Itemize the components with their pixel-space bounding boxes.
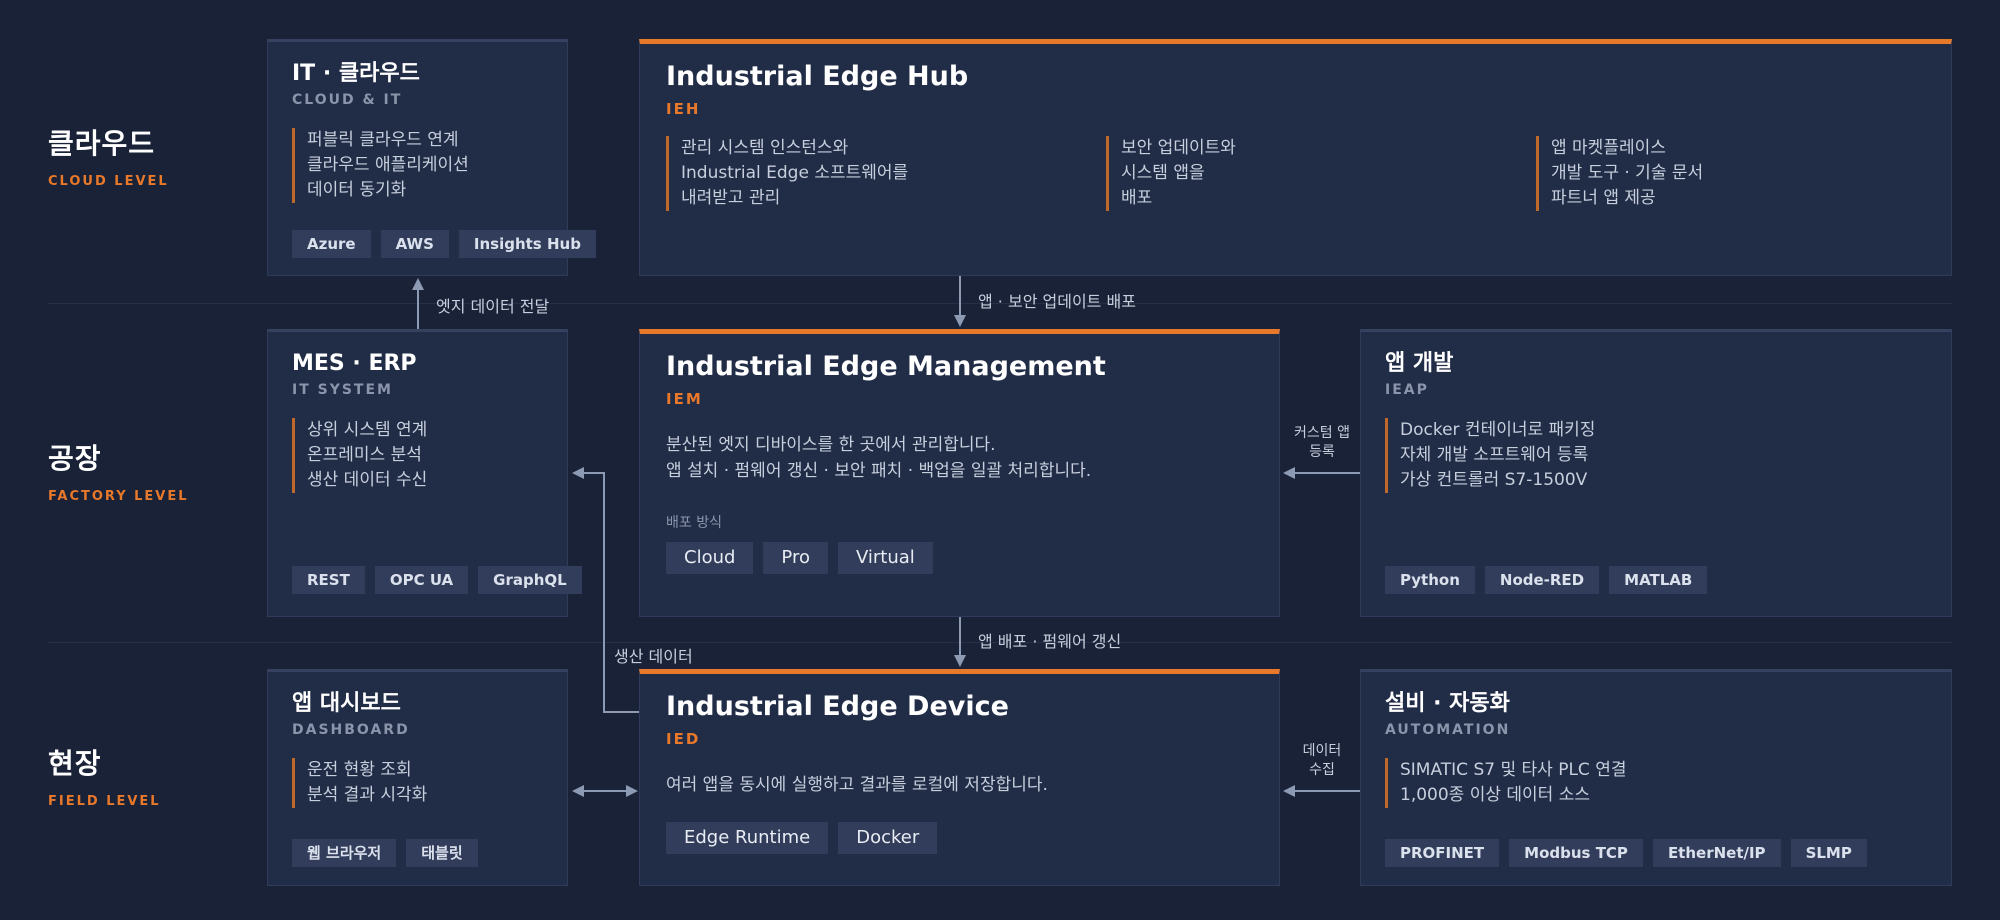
- tag-tablet: 태블릿: [406, 839, 478, 867]
- arrow-label-edge-to-cloud: 엣지 데이터 전달: [436, 297, 550, 316]
- tag-list: 웹 브라우저 태블릿: [292, 839, 478, 867]
- card-title: 앱 대시보드: [292, 691, 401, 716]
- card-subtitle: AUTOMATION: [1385, 722, 1511, 738]
- tag-list: Edge Runtime Docker: [666, 822, 938, 854]
- arrow-label-data-collect-line2: 수집: [1309, 762, 1335, 778]
- description-line: 분산된 엣지 디바이스를 한 곳에서 관리합니다.: [666, 435, 996, 455]
- tag-virtual: Virtual: [837, 542, 933, 574]
- card-description: 분산된 엣지 디바이스를 한 곳에서 관리합니다. 앱 설치 · 펌웨어 갱신 …: [666, 432, 1253, 484]
- bullet-item: Industrial Edge 소프트웨어를: [681, 163, 909, 183]
- tag-opc-ua: OPC UA: [374, 566, 469, 594]
- app-development-card: 앱 개발 IEAP Docker 컨테이너로 패키징 자체 개발 소프트웨어 등…: [1360, 329, 1952, 617]
- tag-ethernet-ip: EtherNet/IP: [1652, 839, 1781, 867]
- bullet-item: 배포: [1121, 188, 1153, 208]
- arrow-label-iem-to-ied: 앱 배포 · 펌웨어 갱신: [978, 632, 1122, 651]
- tag-edge-runtime: Edge Runtime: [666, 822, 829, 854]
- arrow-label-hub-to-iem: 앱 · 보안 업데이트 배포: [978, 292, 1136, 311]
- bullet-list: 퍼블릭 클라우드 연계 클라우드 애플리케이션 데이터 동기화: [292, 128, 543, 203]
- bullet-item: 자체 개발 소프트웨어 등록: [1400, 445, 1589, 465]
- mes-erp-card: MES · ERP IT SYSTEM 상위 시스템 연계 온프레미스 분석 생…: [267, 329, 582, 617]
- deploy-method-label: 배포 방식: [666, 515, 722, 531]
- card-title: MES · ERP: [292, 351, 417, 376]
- tag-pro: Pro: [763, 542, 828, 574]
- hub-column-management: 관리 시스템 인스턴스와 Industrial Edge 소프트웨어를 내려받고…: [666, 136, 908, 211]
- description-line: 여러 앱을 동시에 실행하고 결과를 로컬에 저장합니다.: [666, 775, 1048, 795]
- bullet-list: 운전 현황 조회 분석 결과 시각화: [292, 758, 543, 808]
- card-title: Industrial Edge Management: [666, 351, 1106, 382]
- bullet-item: 보안 업데이트와: [1121, 138, 1236, 158]
- bullet-list: 상위 시스템 연계 온프레미스 분석 생산 데이터 수신: [292, 418, 543, 493]
- tag-list: REST OPC UA GraphQL: [292, 566, 582, 594]
- bullet-item: Docker 컨테이너로 패키징: [1400, 420, 1596, 440]
- tag-modbus-tcp: Modbus TCP: [1509, 839, 1643, 867]
- equipment-automation-card: 설비 · 자동화 AUTOMATION SIMATIC S7 및 타사 PLC …: [1360, 669, 1952, 886]
- bullet-item: 관리 시스템 인스턴스와: [681, 138, 849, 158]
- tag-graphql: GraphQL: [478, 566, 582, 594]
- tag-azure: Azure: [292, 230, 371, 258]
- industrial-edge-management-card: Industrial Edge Management IEM 분산된 엣지 디바…: [639, 329, 1280, 617]
- card-title: 설비 · 자동화: [1385, 691, 1510, 716]
- tag-insights-hub: Insights Hub: [458, 230, 596, 258]
- card-subtitle: DASHBOARD: [292, 722, 410, 738]
- card-description: 여러 앱을 동시에 실행하고 결과를 로컬에 저장합니다.: [666, 772, 1253, 798]
- card-title: IT · 클라우드: [292, 61, 420, 86]
- card-subtitle: CLOUD & IT: [292, 92, 403, 108]
- tag-profinet: PROFINET: [1385, 839, 1500, 867]
- tag-list: PROFINET Modbus TCP EtherNet/IP SLMP: [1385, 839, 1867, 867]
- it-cloud-card: IT · 클라우드 CLOUD & IT 퍼블릭 클라우드 연계 클라우드 애플…: [267, 39, 596, 276]
- bullet-item: 앱 마켓플레이스: [1551, 138, 1666, 158]
- tag-aws: AWS: [380, 230, 449, 258]
- bullet-item: 내려받고 관리: [681, 188, 781, 208]
- bullet-item: 퍼블릭 클라우드 연계: [307, 130, 459, 150]
- card-title: Industrial Edge Device: [666, 691, 1009, 722]
- bullet-list: SIMATIC S7 및 타사 PLC 연결 1,000종 이상 데이터 소스: [1385, 758, 1927, 808]
- tag-docker: Docker: [838, 822, 938, 854]
- bullet-list: Docker 컨테이너로 패키징 자체 개발 소프트웨어 등록 가상 컨트롤러 …: [1385, 418, 1927, 493]
- arrow-label-data-collect-line1: 데이터: [1302, 743, 1342, 759]
- bullet-item: 상위 시스템 연계: [307, 420, 428, 440]
- card-title: Industrial Edge Hub: [666, 61, 969, 92]
- card-subtitle: IT SYSTEM: [292, 382, 393, 398]
- arrow-label-production-data: 생산 데이터: [614, 647, 693, 666]
- hub-column-security: 보안 업데이트와 시스템 앱을 배포: [1106, 136, 1236, 211]
- tag-python: Python: [1385, 566, 1475, 594]
- bullet-item: 분석 결과 시각화: [307, 785, 428, 805]
- tag-rest: REST: [292, 566, 365, 594]
- tag-cloud: Cloud: [666, 542, 754, 574]
- app-dashboard-card: 앱 대시보드 DASHBOARD 운전 현황 조회 분석 결과 시각화 웹 브라…: [267, 669, 568, 886]
- tag-web-browser: 웹 브라우저: [292, 839, 397, 867]
- industrial-edge-device-card: Industrial Edge Device IED 여러 앱을 동시에 실행하…: [639, 669, 1280, 886]
- bullet-item: 파트너 앱 제공: [1551, 188, 1656, 208]
- tag-list: Python Node-RED MATLAB: [1385, 566, 1708, 594]
- arrow-label-custom-app-line2: 등록: [1309, 444, 1335, 460]
- tag-list: Cloud Pro Virtual: [666, 542, 933, 574]
- connector-production-data: [572, 467, 640, 713]
- card-subtitle: IEM: [666, 390, 703, 408]
- tag-matlab: MATLAB: [1609, 566, 1708, 594]
- industrial-edge-hub-card: Industrial Edge Hub IEH 관리 시스템 인스턴스와 Ind…: [639, 39, 1952, 276]
- bullet-item: 개발 도구 · 기술 문서: [1551, 163, 1704, 183]
- hub-column-marketplace: 앱 마켓플레이스 개발 도구 · 기술 문서 파트너 앱 제공: [1536, 136, 1703, 211]
- arrow-label-custom-app-line1: 커스텀 앱: [1294, 425, 1350, 441]
- bullet-item: 생산 데이터 수신: [307, 470, 428, 490]
- card-title: 앱 개발: [1385, 351, 1454, 376]
- bullet-item: 클라우드 애플리케이션: [307, 155, 469, 175]
- tag-list: Azure AWS Insights Hub: [292, 230, 596, 258]
- tag-slmp: SLMP: [1790, 839, 1867, 867]
- arrow-label-custom-app: 커스텀 앱 등록: [1286, 424, 1358, 462]
- bullet-item: 데이터 동기화: [307, 180, 407, 200]
- description-line: 앱 설치 · 펌웨어 갱신 · 보안 패치 · 백업을 일괄 처리합니다.: [666, 461, 1092, 481]
- card-subtitle: IEH: [666, 100, 701, 118]
- bullet-item: 온프레미스 분석: [307, 445, 422, 465]
- arrow-label-data-collect: 데이터 수집: [1286, 742, 1358, 780]
- bullet-item: 1,000종 이상 데이터 소스: [1400, 785, 1590, 805]
- bullet-item: 시스템 앱을: [1121, 163, 1205, 183]
- bullet-item: 가상 컨트롤러 S7-1500V: [1400, 470, 1588, 490]
- card-subtitle: IEAP: [1385, 382, 1429, 398]
- tag-node-red: Node-RED: [1484, 566, 1600, 594]
- bullet-item: 운전 현황 조회: [307, 760, 412, 780]
- card-subtitle: IED: [666, 730, 701, 748]
- bullet-item: SIMATIC S7 및 타사 PLC 연결: [1400, 760, 1627, 780]
